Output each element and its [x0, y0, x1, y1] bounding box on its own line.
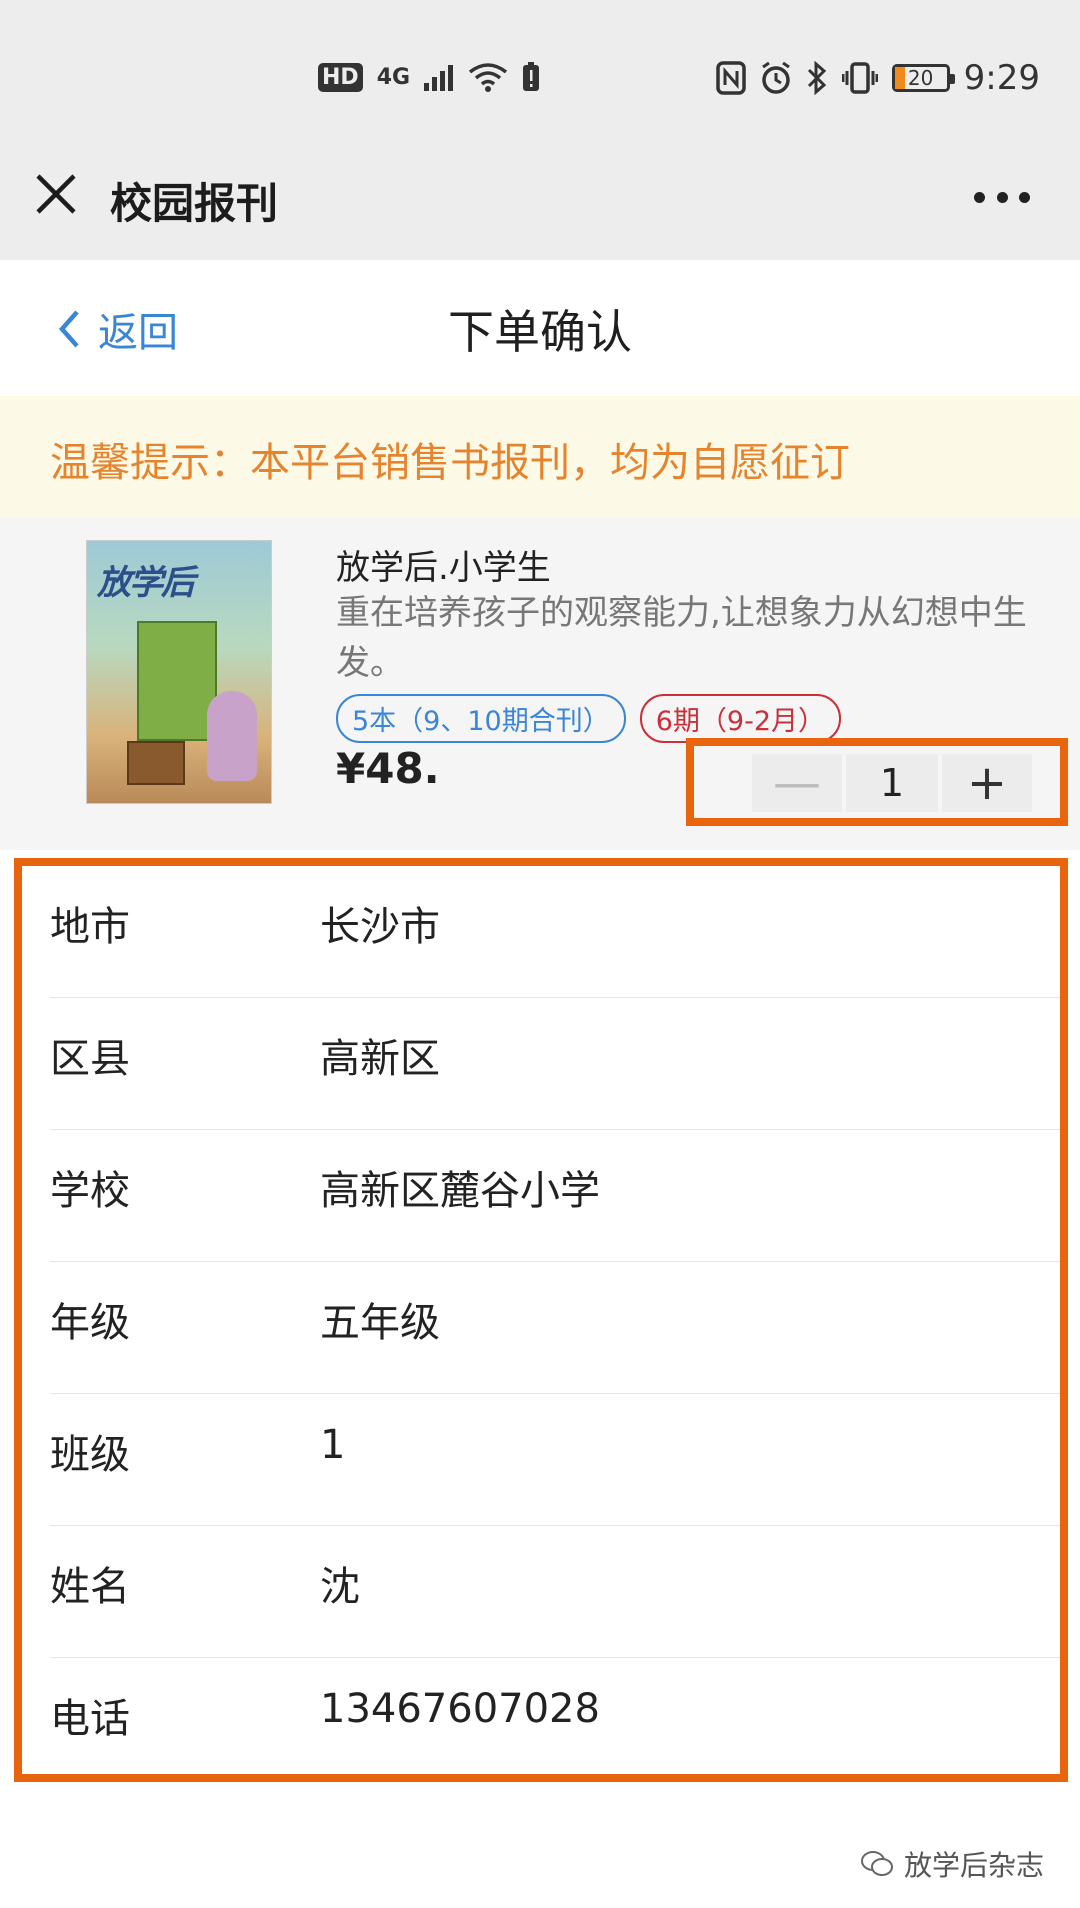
- wechat-icon: [860, 1851, 893, 1876]
- form-row-name[interactable]: 姓名 沈: [50, 1526, 1060, 1658]
- status-bar: HD 4G 20 9:29: [0, 0, 1080, 150]
- field-label: 班级: [50, 1432, 130, 1478]
- app-bar: 校园报刊: [0, 150, 1080, 260]
- form-row-phone[interactable]: 电话 13467607028: [50, 1658, 1060, 1790]
- nfc-icon: [715, 61, 746, 95]
- page-title: 下单确认: [448, 305, 632, 359]
- tag-period[interactable]: 6期（9-2月）: [639, 694, 841, 743]
- status-left: HD 4G: [318, 62, 540, 92]
- field-label: 电话: [50, 1696, 130, 1742]
- app-title: 校园报刊: [110, 179, 279, 228]
- wifi-icon: [468, 63, 508, 92]
- field-value[interactable]: 沈: [320, 1554, 360, 1612]
- field-value[interactable]: 高新区: [320, 1026, 440, 1084]
- product-cover-image: 放学后: [86, 540, 272, 804]
- network-type: 4G: [376, 64, 411, 90]
- product-card: 放学后 放学后.小学生 重在培养孩子的观察能力,让想象力从幻想中生发。 5本（9…: [0, 518, 1080, 850]
- clock: 9:29: [963, 58, 1040, 98]
- watermark-text: 放学后杂志: [903, 1849, 1044, 1882]
- quantity-stepper: — 1 +: [752, 754, 1032, 812]
- decrease-button[interactable]: —: [752, 754, 842, 812]
- price-value: ¥48.: [336, 744, 440, 793]
- battery-icon: 20: [891, 64, 955, 92]
- field-label: 区县: [50, 1036, 130, 1082]
- product-tags: 5本（9、10期合刊） 6期（9-2月）: [336, 694, 841, 743]
- notice-text: 温馨提示：本平台销售书报刊，均为自愿征订: [50, 440, 850, 486]
- product-name: 放学后.小学生: [336, 548, 551, 588]
- tag-issues[interactable]: 5本（9、10期合刊）: [336, 694, 626, 743]
- field-label: 地市: [50, 904, 130, 950]
- signal-icon: [424, 65, 454, 91]
- more-menu-icon[interactable]: [974, 190, 1030, 204]
- alarm-icon: [761, 61, 790, 94]
- battery-level: 20: [907, 66, 934, 90]
- form-row-district[interactable]: 区县 高新区: [50, 998, 1060, 1130]
- order-form: 地市 长沙市 区县 高新区 学校 高新区麓谷小学 年级 五年级 班级 1 姓名 …: [22, 866, 1060, 1774]
- notice-banner: 温馨提示：本平台销售书报刊，均为自愿征订: [0, 396, 1080, 518]
- hd-badge: HD: [318, 62, 363, 92]
- form-row-city[interactable]: 地市 长沙市: [50, 866, 1060, 998]
- cover-title: 放学后: [97, 563, 195, 603]
- vibrate-icon: [841, 62, 878, 94]
- page-header: 返回 下单确认: [0, 260, 1080, 396]
- bluetooth-icon: [807, 61, 826, 95]
- cover-illustration-character: [207, 691, 257, 781]
- field-label: 姓名: [50, 1564, 130, 1610]
- quantity-value[interactable]: 1: [846, 754, 938, 812]
- field-label: 年级: [50, 1300, 130, 1346]
- field-value[interactable]: 13467607028: [320, 1686, 600, 1732]
- status-right: 20 9:29: [715, 58, 1040, 98]
- form-row-school[interactable]: 学校 高新区麓谷小学: [50, 1130, 1060, 1262]
- form-row-class[interactable]: 班级 1: [50, 1394, 1060, 1526]
- field-value[interactable]: 长沙市: [320, 894, 440, 952]
- cover-illustration-chest: [127, 741, 185, 785]
- cover-illustration-cabinet: [137, 621, 217, 741]
- form-row-grade[interactable]: 年级 五年级: [50, 1262, 1060, 1394]
- field-value[interactable]: 五年级: [320, 1290, 440, 1348]
- field-label: 学校: [50, 1168, 130, 1214]
- product-description: 重在培养孩子的观察能力,让想象力从幻想中生发。: [336, 593, 1027, 683]
- increase-button[interactable]: +: [942, 754, 1032, 812]
- battery-warning-icon: [523, 62, 540, 91]
- watermark: 放学后杂志: [860, 1844, 1044, 1884]
- close-icon[interactable]: [34, 172, 78, 216]
- product-price: ¥48.: [336, 744, 440, 793]
- field-value[interactable]: 1: [320, 1422, 345, 1468]
- field-value[interactable]: 高新区麓谷小学: [320, 1158, 600, 1216]
